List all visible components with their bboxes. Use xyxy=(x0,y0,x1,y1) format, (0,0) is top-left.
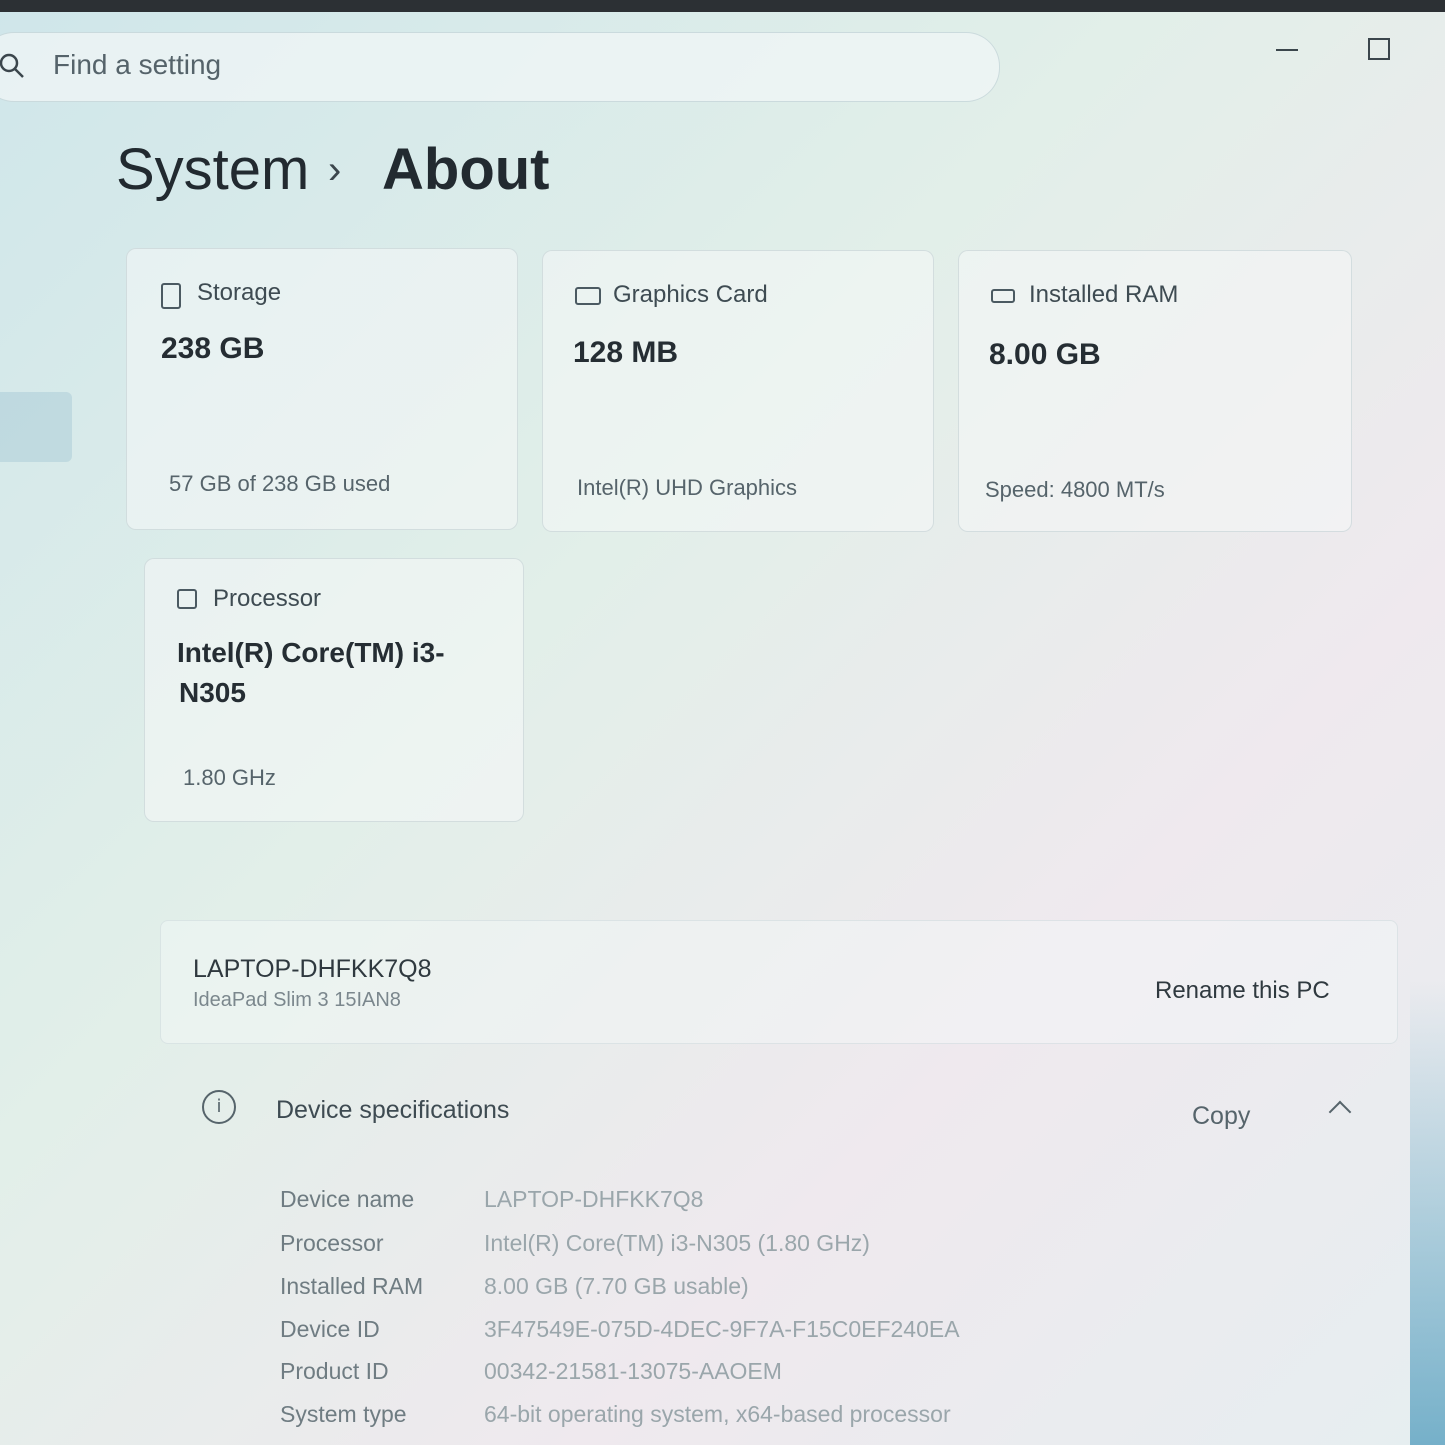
search-input[interactable]: Find a setting xyxy=(53,49,221,81)
device-specifications-header[interactable]: i Device specifications Copy xyxy=(160,1060,1396,1170)
spec-value[interactable]: 64-bit operating system, x64-based proce… xyxy=(484,1401,951,1428)
spec-key: Processor xyxy=(280,1230,384,1256)
sidebar-selected-item[interactable] xyxy=(0,392,72,462)
search-box[interactable]: Find a setting xyxy=(0,32,1000,102)
processor-label: Processor xyxy=(213,585,322,612)
spec-key: Product ID xyxy=(280,1358,389,1384)
storage-card[interactable]: Storage 238 GB 57 GB of 238 GB used xyxy=(126,248,518,530)
spec-value[interactable]: 00342-21581-13075-AAOEM xyxy=(484,1358,782,1385)
processor-speed: 1.80 GHz xyxy=(183,765,276,790)
spec-key: Device name xyxy=(280,1186,415,1212)
installed-ram-card[interactable]: Installed RAM 8.00 GB Speed: 4800 MT/s xyxy=(958,250,1352,532)
breadcrumb-separator: › xyxy=(328,148,342,192)
device-specifications-title: Device specifications xyxy=(276,1096,510,1124)
spec-key: System type xyxy=(280,1401,407,1427)
graphics-card-card[interactable]: Graphics Card 128 MB Intel(R) UHD Graphi… xyxy=(542,250,934,532)
installed-ram-label: Installed RAM xyxy=(1029,281,1179,308)
maximize-icon[interactable] xyxy=(1368,38,1390,60)
processor-card[interactable]: Processor Intel(R) Core(TM) i3- N305 1.8… xyxy=(144,558,524,822)
rename-pc-button[interactable]: Rename this PC xyxy=(1155,977,1330,1005)
page-title: About xyxy=(382,137,550,202)
pc-name: LAPTOP-DHFKK7Q8 xyxy=(193,955,432,983)
graphics-card-value: 128 MB xyxy=(573,336,679,369)
pc-model: IdeaPad Slim 3 15IAN8 xyxy=(193,989,401,1011)
spec-value[interactable]: LAPTOP-DHFKK7Q8 xyxy=(484,1186,703,1213)
storage-icon xyxy=(161,283,181,309)
info-icon: i xyxy=(202,1090,236,1124)
installed-ram-value: 8.00 GB xyxy=(989,338,1101,371)
spec-key: Device ID xyxy=(280,1316,380,1342)
ram-speed: Speed: 4800 MT/s xyxy=(985,477,1165,502)
spec-value[interactable]: 8.00 GB (7.70 GB usable) xyxy=(484,1273,749,1300)
graphics-card-label: Graphics Card xyxy=(613,281,768,308)
spec-value[interactable]: Intel(R) Core(TM) i3-N305 (1.80 GHz) xyxy=(484,1230,870,1257)
storage-usage: 57 GB of 238 GB used xyxy=(169,471,391,496)
window-top-edge xyxy=(0,0,1445,12)
graphics-card-icon xyxy=(575,287,601,305)
copy-button[interactable]: Copy xyxy=(1192,1102,1250,1131)
breadcrumb-system[interactable]: System xyxy=(116,136,309,203)
desktop-edge xyxy=(1410,980,1445,1445)
search-icon xyxy=(0,53,24,78)
storage-value: 238 GB xyxy=(161,332,265,365)
spec-value[interactable]: 3F47549E-075D-4DEC-9F7A-F15C0EF240EA xyxy=(484,1316,960,1343)
storage-label: Storage xyxy=(197,279,282,306)
ram-icon xyxy=(991,289,1015,303)
graphics-card-name: Intel(R) UHD Graphics xyxy=(577,475,798,500)
processor-value-line1: Intel(R) Core(TM) i3- xyxy=(177,637,445,668)
spec-key: Installed RAM xyxy=(280,1273,424,1299)
pc-name-row: LAPTOP-DHFKK7Q8 IdeaPad Slim 3 15IAN8 Re… xyxy=(160,920,1398,1044)
chevron-up-icon[interactable] xyxy=(1328,1100,1352,1124)
minimize-icon[interactable] xyxy=(1276,49,1298,51)
processor-icon xyxy=(177,589,197,609)
processor-value-line2: N305 xyxy=(179,677,246,708)
